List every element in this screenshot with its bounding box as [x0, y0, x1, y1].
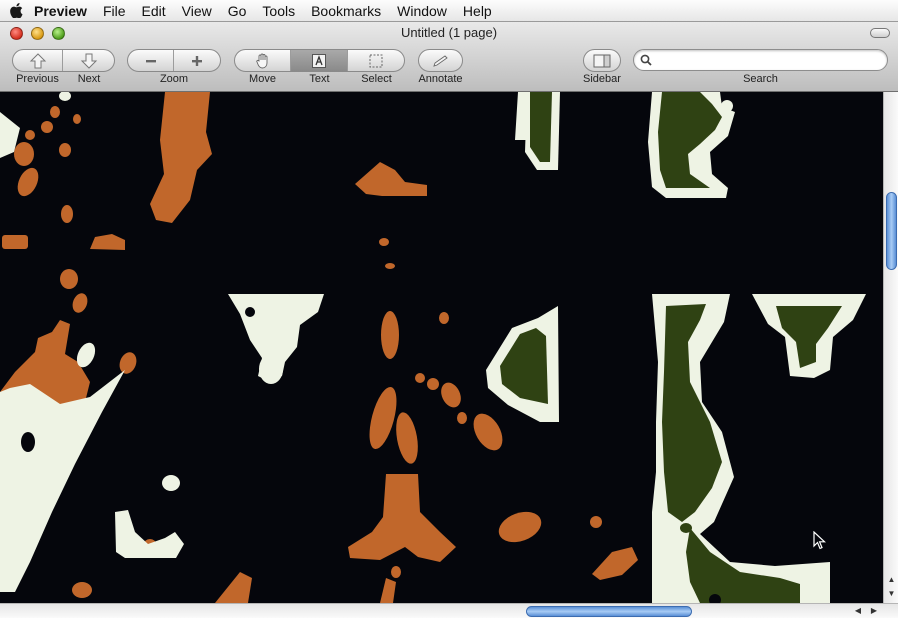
previous-button[interactable] — [13, 50, 64, 71]
annotate-label: Annotate — [418, 73, 463, 85]
next-label: Next — [77, 73, 101, 85]
previous-next-control — [12, 49, 115, 72]
next-button[interactable] — [63, 50, 114, 71]
zoom-control — [127, 49, 221, 72]
move-tool-button[interactable] — [235, 50, 292, 71]
apple-logo-icon[interactable] — [4, 0, 28, 22]
sidebar-icon — [593, 54, 611, 67]
annotate-button[interactable] — [419, 50, 462, 71]
zoom-out-button[interactable] — [128, 50, 175, 71]
menu-app-preview[interactable]: Preview — [28, 0, 95, 22]
toolbar-toggle-button[interactable] — [870, 28, 890, 38]
text-tool-icon — [312, 53, 327, 68]
vertical-scroll-thumb[interactable] — [886, 192, 897, 270]
pencil-icon — [432, 54, 448, 67]
text-tool-button[interactable] — [291, 50, 348, 71]
vertical-scrollbar[interactable]: ▲ ▼ — [883, 92, 898, 603]
menu-bar: Preview File Edit View Go Tools Bookmark… — [0, 0, 898, 22]
sidebar-button[interactable] — [584, 50, 620, 71]
menu-window[interactable]: Window — [389, 0, 455, 22]
zoom-label: Zoom — [159, 73, 189, 85]
menu-bookmarks[interactable]: Bookmarks — [303, 0, 389, 22]
arrow-up-icon — [29, 52, 46, 68]
menu-edit[interactable]: Edit — [134, 0, 174, 22]
move-label: Move — [249, 73, 276, 85]
sidebar-label: Sidebar — [583, 73, 621, 85]
document-image — [0, 92, 883, 603]
scroll-left-arrow-icon[interactable]: ◀ — [852, 605, 864, 617]
scroll-down-arrow-icon[interactable]: ▼ — [884, 588, 898, 600]
horizontal-scroll-thumb[interactable] — [526, 606, 692, 617]
document-view[interactable] — [0, 92, 883, 603]
minus-icon — [145, 59, 156, 62]
search-field[interactable] — [633, 49, 888, 71]
scroll-right-arrow-icon[interactable]: ▶ — [868, 605, 880, 617]
menu-help[interactable]: Help — [455, 0, 500, 22]
search-input[interactable] — [656, 53, 876, 67]
menu-file[interactable]: File — [95, 0, 134, 22]
select-tool-button[interactable] — [348, 50, 404, 71]
mouse-cursor-icon — [813, 531, 827, 550]
scroll-up-arrow-icon[interactable]: ▲ — [884, 574, 898, 586]
text-label: Text — [309, 73, 330, 85]
menu-tools[interactable]: Tools — [254, 0, 303, 22]
horizontal-scrollbar[interactable]: ◀ ▶ — [0, 603, 898, 618]
select-label: Select — [361, 73, 392, 85]
marquee-select-icon — [369, 54, 383, 67]
plus-icon — [192, 55, 202, 66]
tool-mode-control — [234, 49, 405, 72]
sidebar-control — [583, 49, 621, 72]
arrow-down-icon — [80, 53, 97, 69]
previous-label: Previous — [16, 73, 59, 85]
window-title: Untitled (1 page) — [400, 25, 498, 40]
hand-icon — [256, 53, 268, 68]
annotate-control — [418, 49, 463, 72]
zoom-in-button[interactable] — [174, 50, 220, 71]
search-icon — [640, 54, 652, 66]
menu-go[interactable]: Go — [220, 0, 255, 22]
window-toolbar: Untitled (1 page) Previous Next Zoom Mov… — [0, 22, 898, 92]
menu-view[interactable]: View — [174, 0, 220, 22]
search-label: Search — [743, 73, 778, 85]
